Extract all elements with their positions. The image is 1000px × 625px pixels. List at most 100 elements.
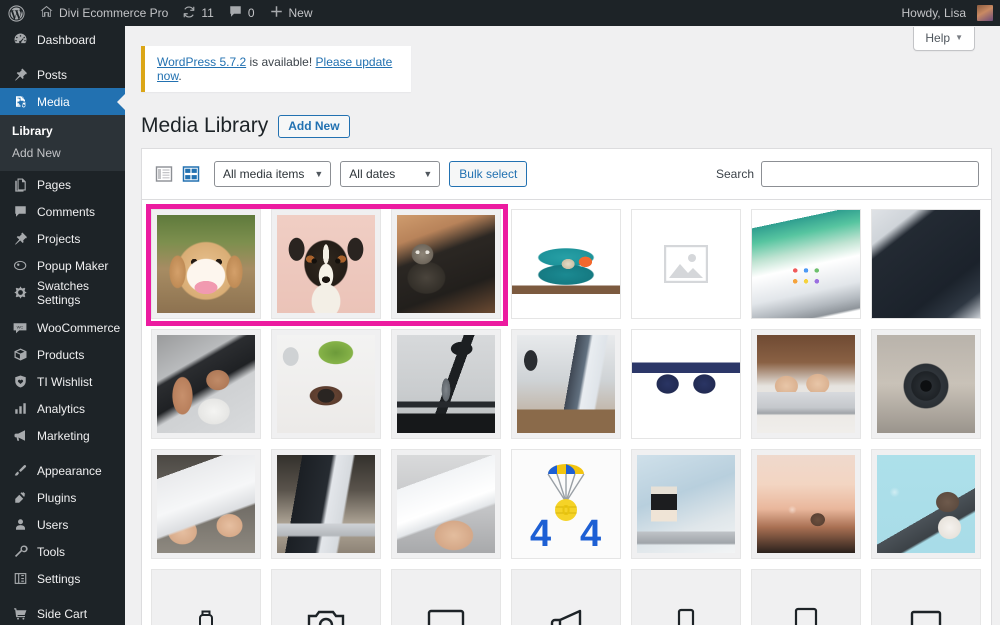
media-item-golden-retriever-puppy-photo[interactable] [151, 209, 261, 319]
wordpress-version-link[interactable]: WordPress 5.7.2 [157, 55, 246, 69]
admin-sidebar-menu: Dashboard Posts Media Library Add New Pa… [0, 26, 125, 625]
pages-icon [10, 175, 30, 195]
media-item-hand-holding-smartphone-photo[interactable] [391, 449, 501, 559]
sidebar-item-posts[interactable]: Posts [0, 61, 125, 88]
sidebar-item-products[interactable]: Products [0, 341, 125, 368]
media-item-cracked-iphone-screen-photo[interactable] [151, 449, 261, 559]
sidebar-item-media[interactable]: Media [0, 88, 125, 115]
sidebar-item-label: Posts [37, 67, 68, 82]
sidebar-item-label: Appearance [37, 463, 102, 478]
placeholder-wrap [632, 210, 740, 318]
page-header: Media Library Add New [141, 114, 350, 138]
sidebar-item-pages[interactable]: Pages [0, 171, 125, 198]
help-toggle-button[interactable]: Help ▼ [913, 27, 975, 51]
media-item-laptop-icon-thumb[interactable] [871, 569, 981, 625]
media-item-sunset-sky-photo[interactable] [751, 449, 861, 559]
sidebar-item-label: Users [37, 517, 69, 532]
icon-wrap [392, 570, 500, 625]
sidebar-item-tools[interactable]: Tools [0, 538, 125, 565]
media-item-home-studio-desk-photo[interactable] [511, 329, 621, 439]
media-item-laptop-on-desk-photo[interactable] [271, 449, 381, 559]
menu-separator [0, 306, 125, 314]
bar-chart-icon [10, 399, 30, 419]
new-content-menu[interactable]: New [262, 0, 320, 26]
sidebar-item-marketing[interactable]: Marketing [0, 422, 125, 449]
sidebar-item-label: Popup Maker [37, 258, 109, 273]
media-item-laptop-and-coffee-cup-photo[interactable] [631, 449, 741, 559]
thumbnail [872, 210, 980, 318]
list-view-icon[interactable] [154, 164, 174, 184]
media-item-hands-typing-on-laptop-photo[interactable] [751, 329, 861, 439]
sidebar-item-settings[interactable]: Settings [0, 565, 125, 592]
thumbnail [517, 335, 615, 433]
sidebar-item-label: Media [37, 94, 70, 109]
comment-bubble-icon [228, 4, 243, 22]
sidebar-item-projects[interactable]: Projects [0, 225, 125, 252]
sidebar-item-ti-wishlist[interactable]: TI Wishlist [0, 368, 125, 395]
media-item-tablet-icon-thumb[interactable] [751, 569, 861, 625]
sidebar-item-label: Projects [37, 231, 81, 246]
media-type-filter-select[interactable]: All media items ▼ [214, 161, 332, 187]
updates-icon [182, 5, 196, 22]
media-item-smartphone-icon-thumb[interactable] [631, 569, 741, 625]
media-item-samsung-galaxy-edge-phone-photo[interactable] [751, 209, 861, 319]
media-item-404-parachute-graphic[interactable]: 0 4 4 [511, 449, 621, 559]
image-placeholder-icon [664, 245, 708, 283]
sidebar-item-woocommerce[interactable]: WC WooCommerce [0, 314, 125, 341]
popup-maker-icon [10, 256, 30, 276]
sidebar-item-users[interactable]: Users [0, 511, 125, 538]
media-item-desktop-monitor-icon-thumb[interactable] [391, 569, 501, 625]
media-item-smartwatch-icon-thumb[interactable] [151, 569, 261, 625]
media-item-jack-russell-terrier-photo[interactable] [271, 209, 381, 319]
media-item-image-placeholder[interactable] [631, 209, 741, 319]
sidebar-item-label: Analytics [37, 401, 86, 416]
media-item-dark-phone-case-photo[interactable] [871, 209, 981, 319]
media-item-videographer-with-camera-rig-photo[interactable] [151, 329, 261, 439]
media-item-navy-headphones-photo[interactable] [631, 329, 741, 439]
sidebar-submenu-item-library[interactable]: Library [0, 120, 125, 142]
my-account-menu[interactable]: Howdy, Lisa [894, 0, 1000, 26]
sidebar-item-side-cart[interactable]: Side Cart [0, 600, 125, 625]
heart-shield-icon [10, 372, 30, 392]
media-item-teal-sofa-product-photo[interactable] [511, 209, 621, 319]
sidebar-item-analytics[interactable]: Analytics [0, 395, 125, 422]
bulk-select-button[interactable]: Bulk select [449, 161, 528, 187]
megaphone-icon [550, 609, 582, 625]
wordpress-logo-icon [8, 4, 25, 22]
comments-menu[interactable]: 0 [221, 0, 262, 26]
sidebar-item-appearance[interactable]: Appearance [0, 457, 125, 484]
thumbnail [397, 215, 495, 313]
wordpress-logo-button[interactable] [0, 0, 32, 26]
sidebar-item-label: Pages [37, 177, 72, 192]
sidebar-item-dashboard[interactable]: Dashboard [0, 26, 125, 53]
menu-separator [0, 449, 125, 457]
help-label: Help [925, 31, 951, 45]
media-item-megaphone-icon-thumb[interactable] [511, 569, 621, 625]
view-switch-group [154, 164, 201, 184]
sidebar-item-popup-maker[interactable]: Popup Maker [0, 252, 125, 279]
site-name-menu[interactable]: Divi Ecommerce Pro [32, 0, 175, 26]
sidebar-item-plugins[interactable]: Plugins [0, 484, 125, 511]
thumbnail [277, 335, 375, 433]
media-item-tabby-cat-on-chair-photo[interactable] [391, 209, 501, 319]
sidebar-item-comments[interactable]: Comments [0, 198, 125, 225]
menu-separator [0, 53, 125, 61]
grid-view-icon[interactable] [181, 164, 201, 184]
media-item-camera-lens-closeup-photo[interactable] [871, 329, 981, 439]
add-new-button[interactable]: Add New [278, 114, 350, 138]
media-item-woman-wearing-vr-headset-photo[interactable] [871, 449, 981, 559]
settings-sliders-icon [10, 569, 30, 589]
media-item-flatlay-camera-and-plant-photo[interactable] [271, 329, 381, 439]
date-filter-select[interactable]: All dates ▼ [340, 161, 441, 187]
sidebar-item-swatches-settings[interactable]: Swatches Settings [0, 279, 125, 307]
search-input[interactable] [761, 161, 979, 187]
icon-wrap [752, 570, 860, 625]
updates-menu[interactable]: 11 [175, 0, 220, 26]
media-item-camera-icon-thumb[interactable] [271, 569, 381, 625]
media-item-studio-microphone-photo[interactable] [391, 329, 501, 439]
comments-count: 0 [247, 6, 255, 20]
thumbnail [277, 215, 375, 313]
cart-icon [10, 604, 30, 624]
sidebar-submenu-item-add-new[interactable]: Add New [0, 142, 125, 164]
megaphone-icon [10, 426, 30, 446]
